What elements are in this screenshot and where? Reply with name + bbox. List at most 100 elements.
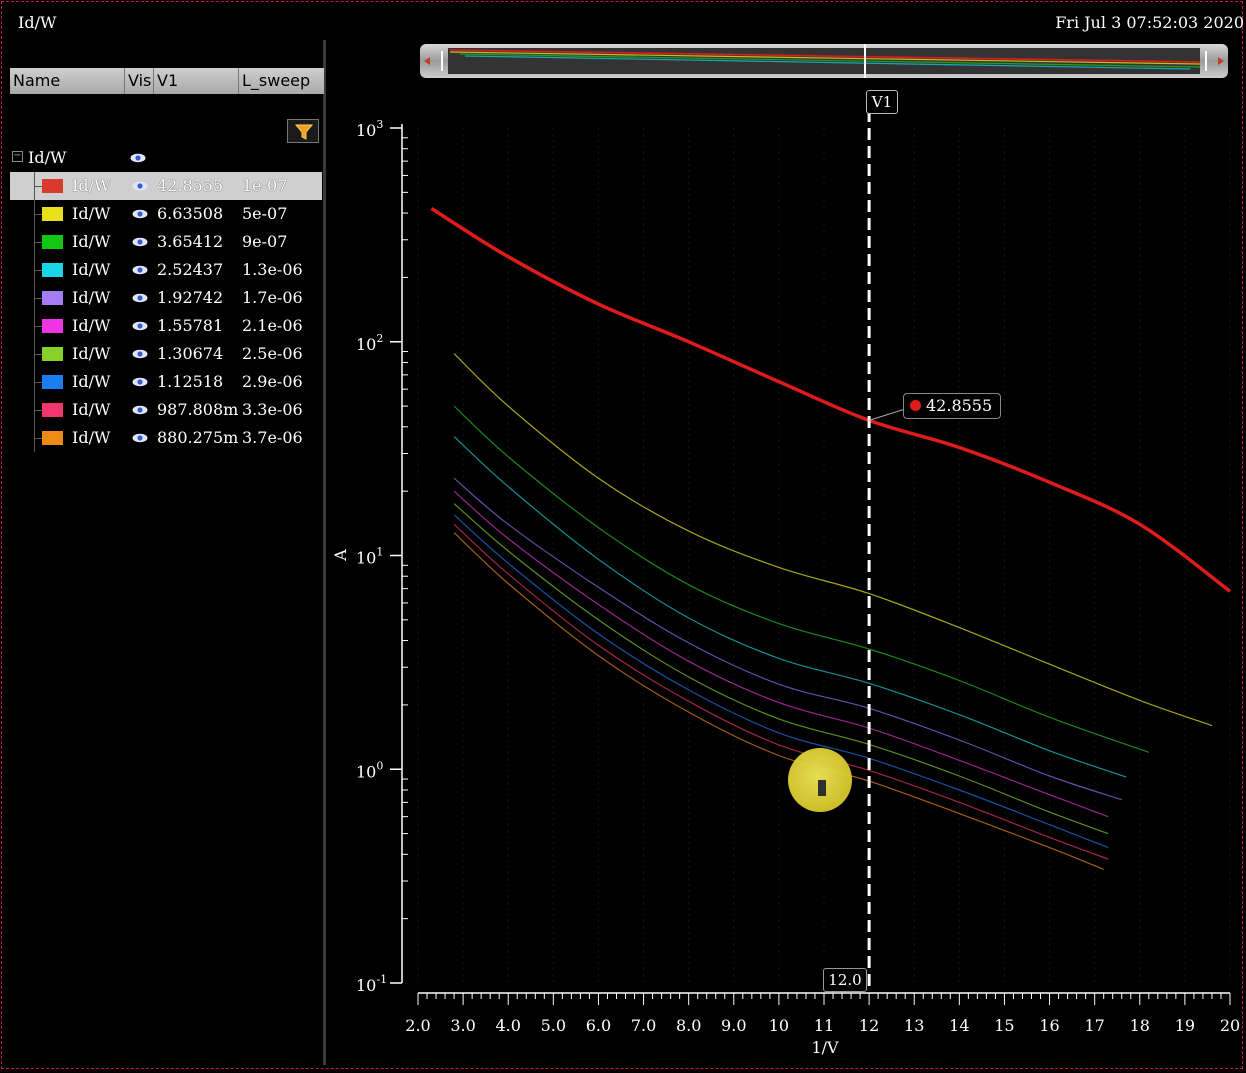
cursor-name-label[interactable]: V1 [866, 90, 898, 114]
series-l-sweep-value: 2.1e-06 [242, 316, 303, 335]
tree-guide [34, 438, 42, 439]
tree-root-item[interactable]: − Id/W [8, 148, 324, 170]
tree-guide [34, 242, 42, 243]
readout-leader-line [868, 407, 908, 421]
series-l-sweep-value: 2.5e-06 [242, 344, 303, 363]
series-name: Id/W [72, 372, 111, 391]
series-row[interactable]: Id/W 1.55781 2.1e-06 [10, 312, 322, 340]
x-tick-label: 19 [1175, 1016, 1195, 1035]
series-row[interactable]: Id/W 3.65412 9e-07 [10, 228, 322, 256]
x-tick-label: 2.0 [405, 1016, 430, 1035]
y-tick-label: 103 [356, 118, 383, 140]
series-row[interactable]: Id/W 6.63508 5e-07 [10, 200, 322, 228]
series-color-swatch[interactable] [42, 431, 63, 445]
series-row[interactable]: Id/W 987.808m 3.3e-06 [10, 396, 322, 424]
x-tick-label: 10 [769, 1016, 789, 1035]
filter-button[interactable] [287, 119, 319, 143]
series-v1-value: 880.275m [157, 428, 239, 447]
series-name: Id/W [72, 316, 111, 335]
series-row[interactable]: Id/W 1.30674 2.5e-06 [10, 340, 322, 368]
series-row[interactable]: Id/W 2.52437 1.3e-06 [10, 256, 322, 284]
waveform-chart[interactable]: 103 102 101 100 10-1 A 2.0 3.0 4.0 5.0 6.0 7.0 8.0 9.… [330, 90, 1245, 1065]
series-line [453, 503, 1109, 835]
series-name: Id/W [72, 428, 111, 447]
series-color-swatch[interactable] [42, 207, 63, 221]
tree-guide [34, 214, 42, 215]
x-tick-label: 6.0 [586, 1016, 611, 1035]
eye-icon[interactable] [132, 377, 148, 387]
x-tick-label: 3.0 [450, 1016, 475, 1035]
eye-icon[interactable] [132, 321, 148, 331]
series-v1-value: 1.92742 [157, 288, 224, 307]
series-row[interactable]: Id/W 1.92742 1.7e-06 [10, 284, 322, 312]
results-browser: Name Vis V1 L_sweep − Id/W Id/W 42.8555 1e… [8, 66, 325, 1066]
x-tick-label: 9.0 [721, 1016, 746, 1035]
x-tick-label: 11 [814, 1016, 834, 1035]
collapse-icon[interactable]: − [12, 151, 23, 162]
column-header-l-sweep[interactable]: L_sweep [239, 68, 324, 94]
series-v1-value: 6.63508 [157, 204, 224, 223]
cursor-readout[interactable]: 42.8555 [903, 393, 1002, 419]
tree-root-label: Id/W [28, 148, 67, 167]
series-name: Id/W [72, 260, 111, 279]
eye-icon[interactable] [132, 181, 148, 191]
eye-icon[interactable] [132, 237, 148, 247]
x-tick-label: 15 [994, 1016, 1014, 1035]
eye-icon[interactable] [132, 293, 148, 303]
series-v1-value: 1.12518 [157, 372, 224, 391]
series-v1-value: 1.30674 [157, 344, 224, 363]
eye-icon[interactable] [130, 153, 146, 163]
cursor-x-label[interactable]: 12.0 [823, 968, 867, 992]
timestamp: Fri Jul 3 07:52:03 2020 [1055, 13, 1244, 32]
series-color-swatch[interactable] [42, 347, 63, 361]
series-color-swatch[interactable] [42, 291, 63, 305]
series-v1-value: 1.55781 [157, 316, 224, 335]
series-l-sweep-value: 3.3e-06 [242, 400, 303, 419]
series-color-swatch[interactable] [42, 319, 63, 333]
series-row[interactable]: Id/W 880.275m 3.7e-06 [10, 424, 322, 452]
y-axis-label: A [331, 549, 350, 562]
tree-guide [34, 298, 42, 299]
series-l-sweep-value: 9e-07 [242, 232, 288, 251]
eye-icon[interactable] [132, 349, 148, 359]
tree-guide [34, 354, 42, 355]
series-name: Id/W [72, 232, 111, 251]
series-row[interactable]: Id/W 1.12518 2.9e-06 [10, 368, 322, 396]
series-color-swatch[interactable] [42, 375, 63, 389]
tree-guide [34, 270, 42, 271]
series-line [430, 207, 1232, 593]
series-v1-value: 2.52437 [157, 260, 224, 279]
x-tick-label: 17 [1084, 1016, 1104, 1035]
series-line [453, 436, 1127, 778]
x-tick-label: 16 [1039, 1016, 1059, 1035]
y-tick-label: 100 [356, 759, 383, 781]
column-header-vis[interactable]: Vis [125, 68, 154, 94]
eye-icon[interactable] [132, 405, 148, 415]
eye-icon[interactable] [132, 265, 148, 275]
tree-guide [34, 186, 42, 187]
eye-icon[interactable] [132, 433, 148, 443]
series-color-swatch[interactable] [42, 235, 63, 249]
cursor-readout-value: 42.8555 [926, 396, 993, 415]
series-l-sweep-value: 5e-07 [242, 204, 288, 223]
series-l-sweep-value: 1.7e-06 [242, 288, 303, 307]
column-header-v1[interactable]: V1 [154, 68, 239, 94]
zoom-scrollbar[interactable] [420, 42, 1228, 80]
series-name: Id/W [72, 176, 111, 195]
series-line [453, 477, 1122, 801]
series-l-sweep-value: 3.7e-06 [242, 428, 303, 447]
column-header-name[interactable]: Name [10, 68, 125, 94]
series-color-swatch[interactable] [42, 179, 63, 193]
series-row[interactable]: Id/W 42.8555 1e-07 [10, 172, 322, 200]
y-tick-label: 10-1 [356, 973, 387, 995]
x-tick-label: 14 [949, 1016, 969, 1035]
x-tick-label: 18 [1130, 1016, 1150, 1035]
series-v1-value: 42.8555 [157, 176, 224, 195]
window-title: Id/W [18, 13, 57, 32]
series-line [453, 490, 1109, 818]
eye-icon[interactable] [132, 209, 148, 219]
series-color-swatch[interactable] [42, 403, 63, 417]
x-tick-label: 4.0 [495, 1016, 520, 1035]
filter-icon [295, 124, 313, 140]
series-color-swatch[interactable] [42, 263, 63, 277]
